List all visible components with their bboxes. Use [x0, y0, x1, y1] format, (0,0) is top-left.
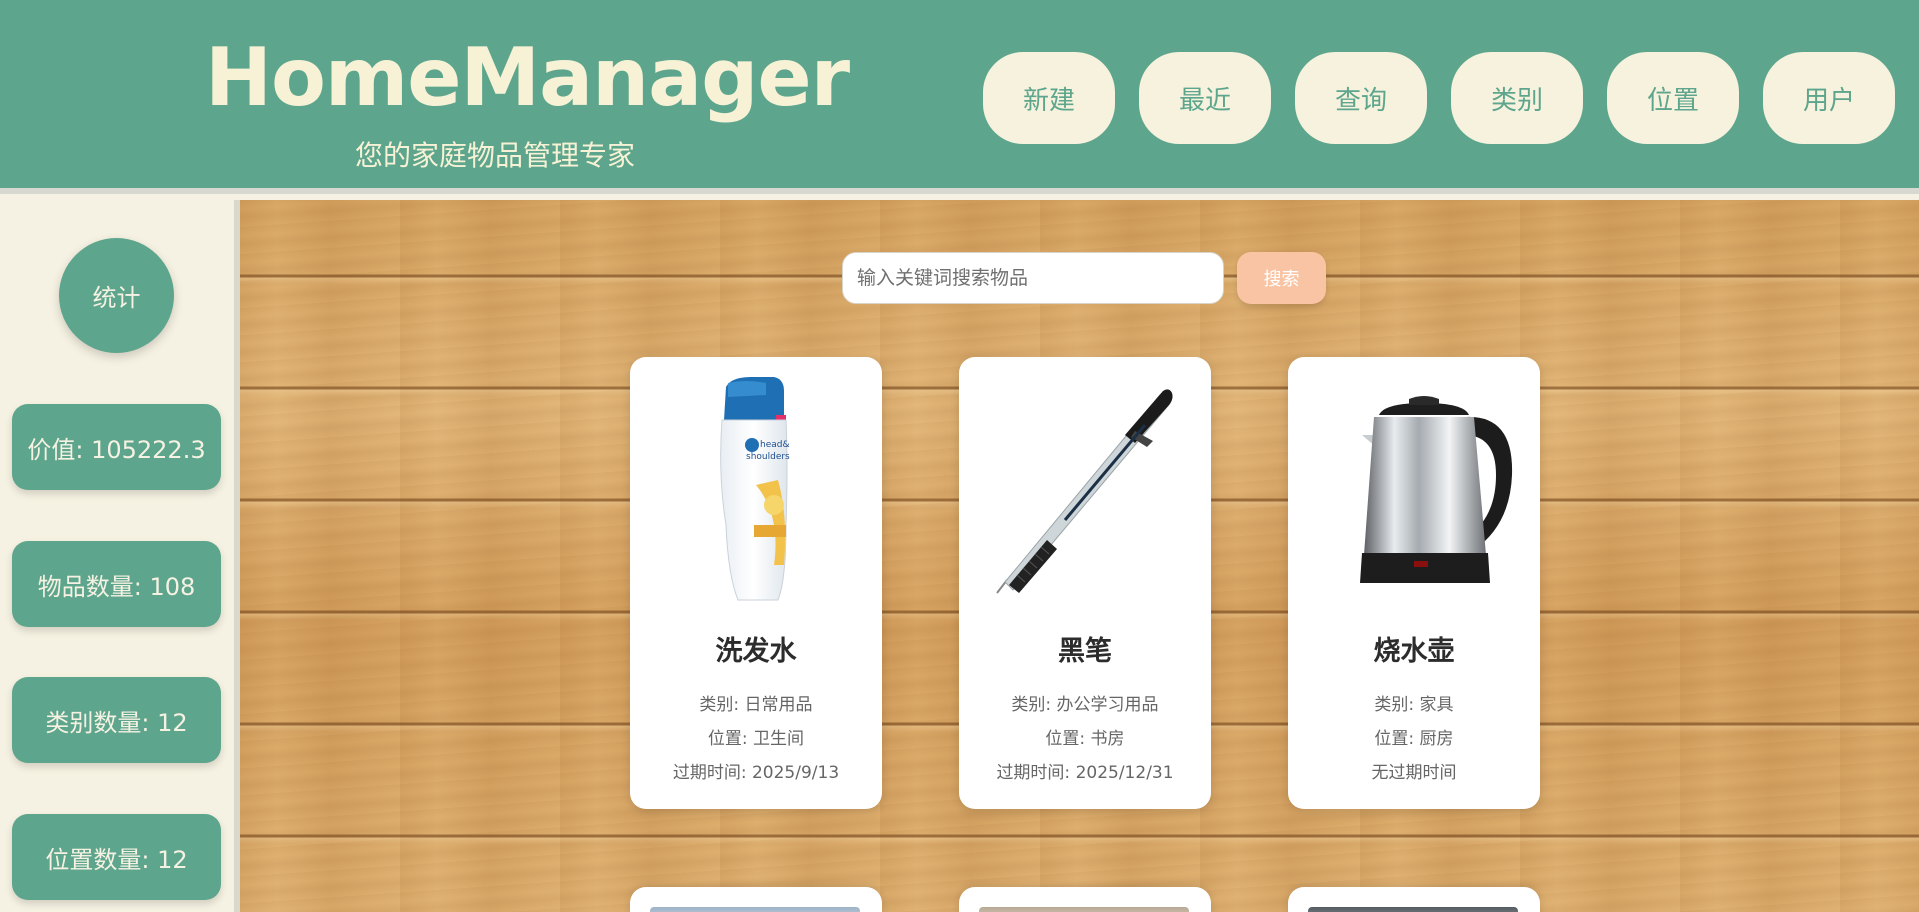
stat-location-count: 位置数量: 12	[12, 814, 221, 900]
item-card[interactable]: 黑笔 类别: 办公学习用品 位置: 书房 过期时间: 2025/12/31	[959, 357, 1211, 809]
search-button[interactable]: 搜索	[1237, 252, 1326, 304]
item-name: 洗发水	[715, 636, 797, 667]
stat-item-count: 物品数量: 108	[12, 541, 221, 627]
item-location: 位置: 厨房	[1374, 729, 1454, 749]
sidebar: 统计 价值: 105222.3 物品数量: 108 类别数量: 12 位置数量:…	[0, 200, 240, 912]
item-expiry: 无过期时间	[1371, 763, 1457, 783]
nav-query-button[interactable]: 查询	[1295, 52, 1427, 144]
app-title: HomeManager	[205, 31, 850, 124]
item-category: 类别: 家具	[1374, 695, 1454, 715]
item-category: 类别: 办公学习用品	[1011, 695, 1159, 715]
brand: HomeManager 您的家庭物品管理专家	[205, 30, 850, 174]
main-content: 搜索 head& shoulders	[240, 200, 1919, 912]
item-expiry: 过期时间: 2025/12/31	[996, 763, 1174, 783]
svg-text:shoulders: shoulders	[746, 452, 790, 462]
black-pen-image	[985, 375, 1185, 605]
nav-new-button[interactable]: 新建	[983, 52, 1115, 144]
item-card-partial[interactable]	[1288, 887, 1540, 912]
nav-user-button[interactable]: 用户	[1763, 52, 1895, 144]
shampoo-bottle-image: head& shoulders	[656, 375, 856, 605]
item-name: 黑笔	[1058, 636, 1112, 667]
item-location: 位置: 卫生间	[707, 729, 805, 749]
item-card[interactable]: 烧水壶 类别: 家具 位置: 厨房 无过期时间	[1288, 357, 1540, 809]
item-card-partial[interactable]	[959, 887, 1211, 912]
app-subtitle: 您的家庭物品管理专家	[354, 139, 635, 172]
kettle-image	[1314, 375, 1514, 605]
nav-recent-button[interactable]: 最近	[1139, 52, 1271, 144]
item-image-partial	[979, 907, 1189, 912]
item-location: 位置: 书房	[1045, 729, 1125, 749]
stat-category-count: 类别数量: 12	[12, 677, 221, 763]
item-expiry: 过期时间: 2025/9/13	[672, 763, 840, 783]
header: HomeManager 您的家庭物品管理专家 新建 最近 查询 类别 位置 用户	[0, 0, 1919, 194]
stats-button[interactable]: 统计	[59, 238, 174, 353]
item-name: 烧水壶	[1373, 636, 1455, 667]
item-category: 类别: 日常用品	[699, 695, 813, 715]
stat-total-value: 价值: 105222.3	[12, 404, 221, 490]
nav-category-button[interactable]: 类别	[1451, 52, 1583, 144]
svg-text:head&: head&	[760, 440, 790, 450]
item-image-partial	[1308, 907, 1518, 912]
nav-location-button[interactable]: 位置	[1607, 52, 1739, 144]
item-card[interactable]: head& shoulders 洗发水 类别: 日常用品 位置: 卫生间 过期时…	[630, 357, 882, 809]
item-image-partial	[650, 907, 860, 912]
search-input[interactable]	[842, 252, 1224, 304]
item-card-partial[interactable]	[630, 887, 882, 912]
